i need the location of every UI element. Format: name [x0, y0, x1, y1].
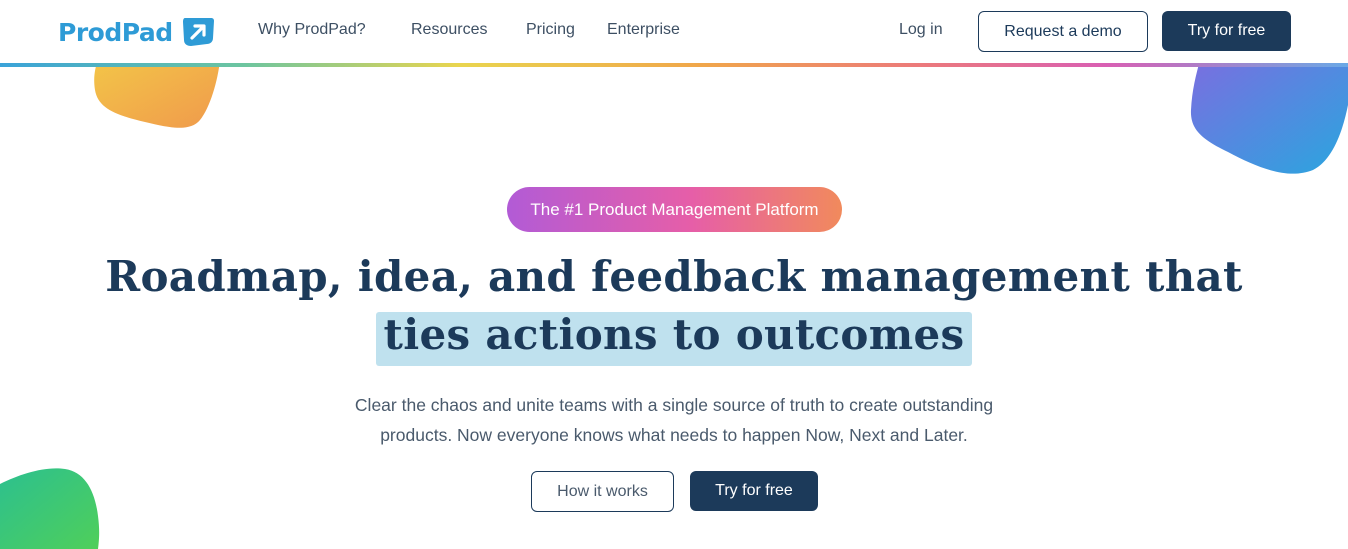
nav-enterprise[interactable]: Enterprise [607, 21, 680, 39]
hero-try-free-button[interactable]: Try for free [690, 471, 818, 511]
prodpad-logo[interactable]: ProdPad [58, 14, 215, 50]
header-try-free-button[interactable]: Try for free [1162, 11, 1291, 51]
nav-pricing[interactable]: Pricing [526, 21, 575, 39]
hero-subtext: Clear the chaos and unite teams with a s… [354, 395, 994, 445]
headline-line-1: Roadmap, idea, and feedback management t… [105, 252, 1243, 301]
logo-text: ProdPad [58, 17, 173, 47]
orange-blob-decoration [94, 60, 220, 128]
blue-purple-blob-decoration [1190, 60, 1348, 174]
platform-badge: The #1 Product Management Platform [507, 187, 842, 232]
green-blob-decoration [0, 468, 100, 549]
header-gradient-divider [0, 63, 1348, 67]
login-link[interactable]: Log in [899, 21, 943, 39]
nav-why-prodpad[interactable]: Why ProdPad? [258, 21, 366, 39]
hero-headline: Roadmap, idea, and feedback management t… [0, 248, 1348, 366]
request-demo-button[interactable]: Request a demo [978, 11, 1148, 52]
site-header: ProdPad Why ProdPad? Resources Pricing E… [0, 0, 1348, 63]
arrow-up-right-icon [182, 18, 214, 46]
how-it-works-button[interactable]: How it works [531, 471, 674, 512]
headline-line-2: ties actions to outcomes [375, 306, 973, 366]
headline-highlight-text: ties actions to outcomes [383, 310, 965, 359]
nav-resources[interactable]: Resources [411, 21, 487, 39]
